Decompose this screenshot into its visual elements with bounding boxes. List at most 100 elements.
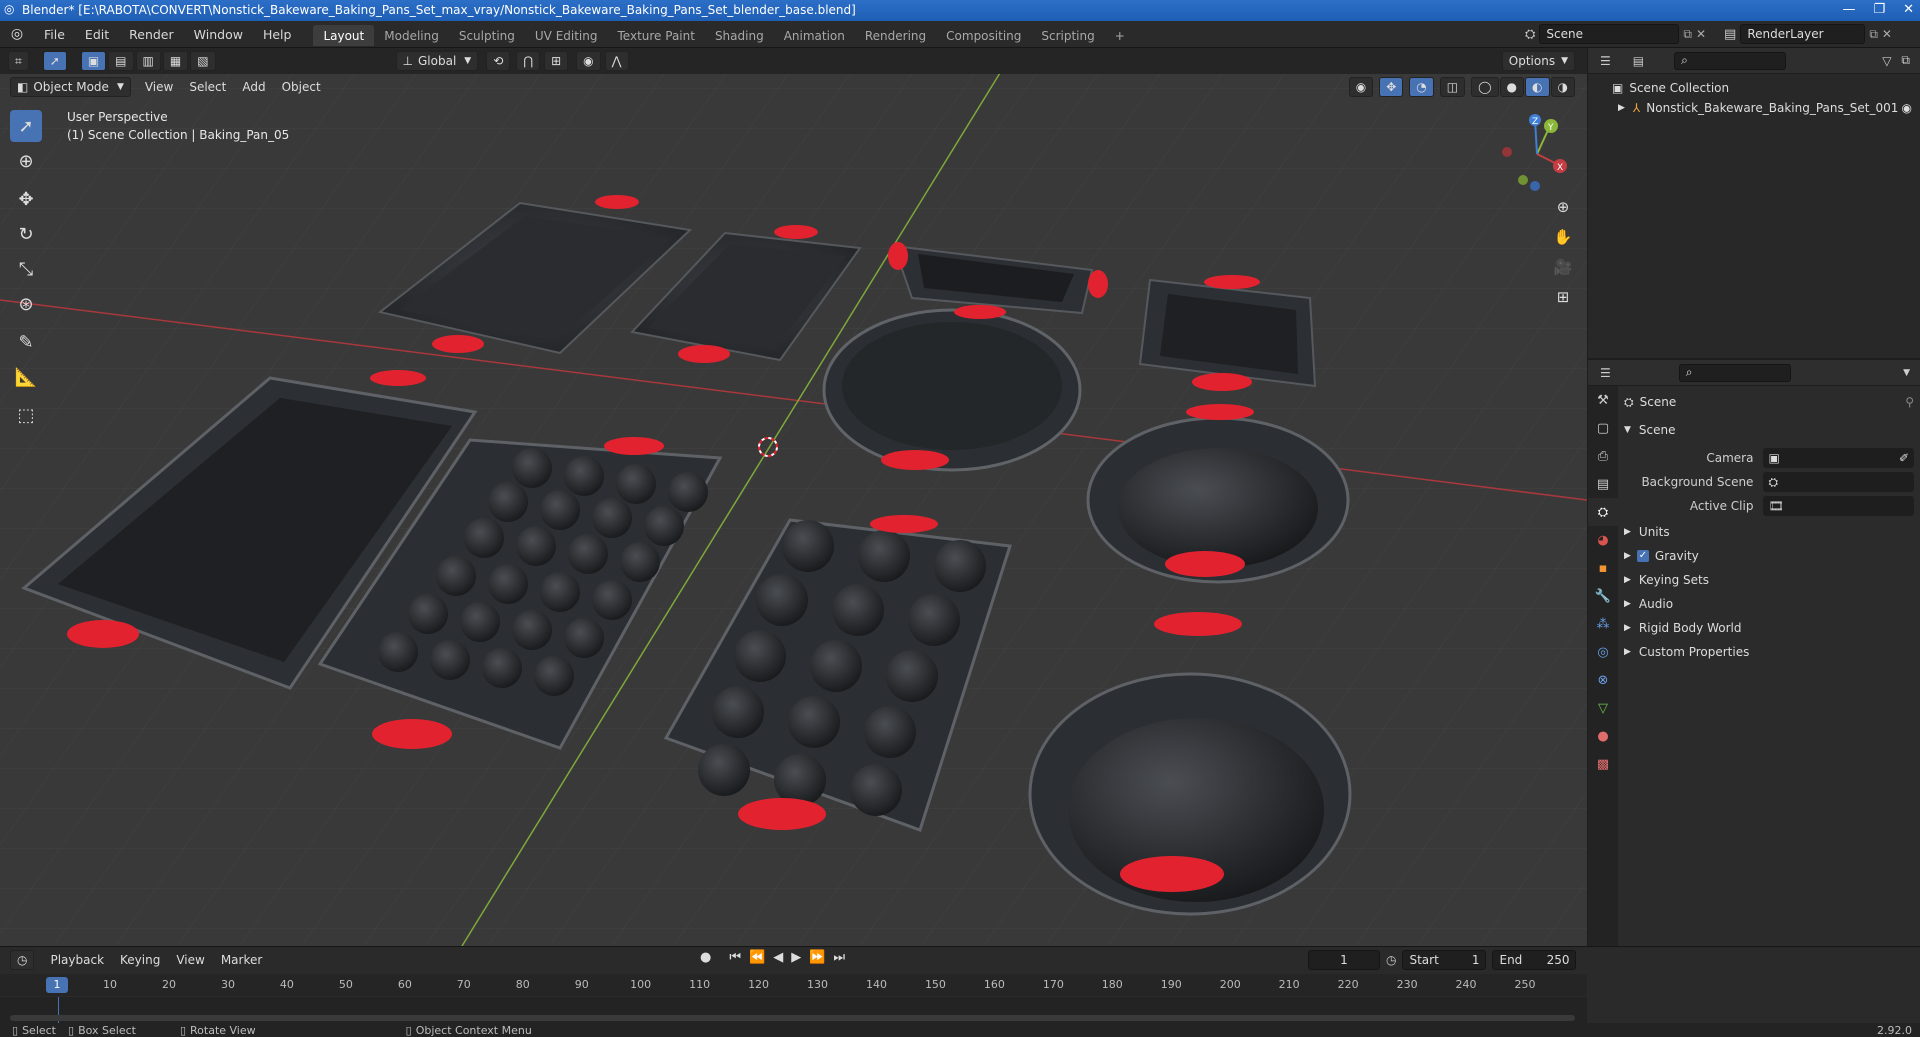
- timeline-ruler[interactable]: 1 10 20 30 40 50 60 70 80 90 100 110 120 130 140 150 160…: [0, 974, 1587, 996]
- proportional-edit-toggle[interactable]: ◉: [576, 51, 601, 71]
- delete-view-layer-icon[interactable]: ✕: [1882, 27, 1892, 41]
- copy-view-layer-icon[interactable]: ⧉: [1869, 27, 1878, 42]
- tool-tab[interactable]: ⚒: [1588, 386, 1618, 414]
- editor-type-button[interactable]: ⌗: [8, 51, 29, 71]
- tab-layout[interactable]: Layout: [313, 25, 375, 46]
- select-extend-icon[interactable]: ▤: [108, 51, 134, 71]
- select-new-icon[interactable]: ▣: [80, 51, 107, 71]
- select-tool-button[interactable]: ➚: [42, 51, 67, 71]
- delete-scene-icon[interactable]: ✕: [1696, 27, 1706, 41]
- menu-window[interactable]: Window: [184, 21, 253, 48]
- active-clip-field[interactable]: 🎞: [1763, 496, 1914, 516]
- units-panel-header[interactable]: ▶ Units: [1624, 520, 1914, 544]
- view-layer-icon[interactable]: ▤: [1724, 27, 1736, 42]
- outliner-search-input[interactable]: ⌕: [1674, 51, 1787, 70]
- 3d-viewport[interactable]: ⌗ ➚ ▣ ▤ ▥ ▦ ▧ ⊥ Global ▼ ⟲ ⋂ ⊞ ◉ ⋀ Optio…: [0, 48, 1587, 946]
- minimize-icon[interactable]: —: [1842, 2, 1855, 17]
- timeline-scrollbar[interactable]: [10, 1015, 1575, 1021]
- tab-uv-editing[interactable]: UV Editing: [525, 25, 608, 46]
- select-subtract-icon[interactable]: ▥: [135, 51, 161, 71]
- transform-tool[interactable]: ⊛: [10, 288, 42, 320]
- properties-editor-icon[interactable]: ☰: [1600, 366, 1611, 380]
- select-box-tool[interactable]: ➚: [10, 110, 42, 142]
- navigation-gizmo[interactable]: X Y Z: [1497, 114, 1577, 194]
- menu-file[interactable]: File: [34, 21, 75, 48]
- audio-panel-header[interactable]: ▶ Audio: [1624, 592, 1914, 616]
- start-frame-field[interactable]: Start 1: [1402, 950, 1487, 970]
- close-icon[interactable]: ✕: [1903, 2, 1914, 17]
- filter-icon[interactable]: ▽: [1882, 54, 1891, 68]
- zoom-view-button[interactable]: ⊕: [1550, 194, 1576, 220]
- particles-tab[interactable]: ⁂: [1588, 610, 1618, 638]
- record-button[interactable]: ●: [700, 950, 711, 965]
- tab-scripting[interactable]: Scripting: [1031, 25, 1104, 46]
- solid-shading-button[interactable]: ●: [1499, 77, 1525, 97]
- end-frame-field[interactable]: End 250: [1492, 950, 1577, 970]
- play-reverse-button[interactable]: ◀: [773, 950, 783, 965]
- scale-tool[interactable]: ⤡: [10, 253, 42, 285]
- rigid-body-world-panel-header[interactable]: ▶ Rigid Body World: [1624, 616, 1914, 640]
- measure-tool[interactable]: 📐: [10, 361, 42, 393]
- gizmo-toggle[interactable]: ✥: [1379, 77, 1404, 97]
- menu-edit[interactable]: Edit: [75, 21, 119, 48]
- rotate-tool[interactable]: ↻: [10, 218, 42, 250]
- jump-start-button[interactable]: ⏮: [729, 950, 741, 965]
- pivot-point-dropdown[interactable]: ⟲: [486, 51, 511, 71]
- blender-menu-icon[interactable]: ◎: [0, 26, 34, 42]
- outliner-row-object[interactable]: ▶ ⅄ Nonstick_Bakeware_Baking_Pans_Set_00…: [1612, 98, 1920, 118]
- tab-modeling[interactable]: Modeling: [374, 25, 449, 46]
- falloff-dropdown[interactable]: ⋀: [604, 51, 629, 71]
- tab-shading[interactable]: Shading: [705, 25, 774, 46]
- timeline-menu-marker[interactable]: Marker: [213, 953, 270, 967]
- object-tab[interactable]: ▪: [1588, 554, 1618, 582]
- render-tab[interactable]: ▢: [1588, 414, 1618, 442]
- timeline-track[interactable]: [0, 997, 1587, 1024]
- scene-panel-header[interactable]: ▼ Scene: [1624, 418, 1914, 442]
- object-mode-dropdown[interactable]: ◧ Object Mode ▼: [10, 77, 131, 97]
- timeline-editor-type-button[interactable]: ◷: [10, 950, 35, 970]
- disclosure-triangle-icon[interactable]: ▶: [1618, 103, 1625, 113]
- data-tab[interactable]: ▽: [1588, 694, 1618, 722]
- move-tool[interactable]: ✥: [10, 183, 42, 215]
- viewport-menu-view[interactable]: View: [137, 80, 181, 94]
- ortho-toggle-button[interactable]: ⊞: [1550, 284, 1576, 310]
- constraints-tab[interactable]: ⊗: [1588, 666, 1618, 694]
- wireframe-shading-button[interactable]: ◯: [1471, 77, 1499, 97]
- tab-compositing[interactable]: Compositing: [936, 25, 1031, 46]
- physics-tab[interactable]: ◎: [1588, 638, 1618, 666]
- tab-rendering[interactable]: Rendering: [855, 25, 936, 46]
- gravity-panel-header[interactable]: ▶ ✓ Gravity: [1624, 544, 1914, 568]
- viewport-menu-add[interactable]: Add: [234, 80, 273, 94]
- rendered-shading-button[interactable]: ◑: [1550, 77, 1575, 97]
- tab-animation[interactable]: Animation: [774, 25, 855, 46]
- transform-orientation-dropdown[interactable]: ⊥ Global ▼: [395, 51, 479, 71]
- viewport-scene[interactable]: [0, 48, 1587, 946]
- select-intersect-icon[interactable]: ▧: [190, 51, 216, 71]
- custom-properties-panel-header[interactable]: ▶ Custom Properties: [1624, 640, 1914, 664]
- world-tab[interactable]: ◕: [1588, 526, 1618, 554]
- xray-toggle[interactable]: ◫: [1439, 77, 1466, 97]
- stopwatch-icon[interactable]: ◷: [1386, 953, 1396, 967]
- viewport-menu-object[interactable]: Object: [274, 80, 329, 94]
- outliner-row-scene-collection[interactable]: ▣ Scene Collection: [1612, 78, 1920, 98]
- properties-search-input[interactable]: ⌕: [1678, 363, 1791, 382]
- background-scene-field[interactable]: ⛭: [1763, 472, 1914, 492]
- new-collection-icon[interactable]: ⧉: [1901, 53, 1910, 68]
- snap-toggle[interactable]: ⋂: [516, 51, 541, 71]
- scene-selector[interactable]: Scene: [1539, 24, 1680, 44]
- gravity-checkbox[interactable]: ✓: [1636, 550, 1649, 562]
- camera-view-button[interactable]: 🎥: [1550, 254, 1576, 280]
- axis-gizmo[interactable]: X Y Z: [1497, 114, 1577, 194]
- jump-keyframe-back-button[interactable]: ⏪: [749, 950, 765, 965]
- cursor-tool[interactable]: ⊕: [10, 145, 42, 177]
- visibility-dropdown[interactable]: ◉: [1348, 77, 1374, 97]
- jump-keyframe-forward-button[interactable]: ⏩: [809, 950, 825, 965]
- jump-end-button[interactable]: ⏭: [833, 950, 845, 965]
- play-button[interactable]: ▶: [791, 950, 801, 965]
- add-workspace-button[interactable]: +: [1105, 25, 1135, 46]
- material-tab[interactable]: ●: [1588, 722, 1618, 750]
- select-invert-icon[interactable]: ▦: [162, 51, 189, 71]
- pin-icon[interactable]: ⚲: [1905, 395, 1914, 409]
- tab-texture-paint[interactable]: Texture Paint: [608, 25, 705, 46]
- add-cube-tool[interactable]: ⬚: [10, 399, 42, 431]
